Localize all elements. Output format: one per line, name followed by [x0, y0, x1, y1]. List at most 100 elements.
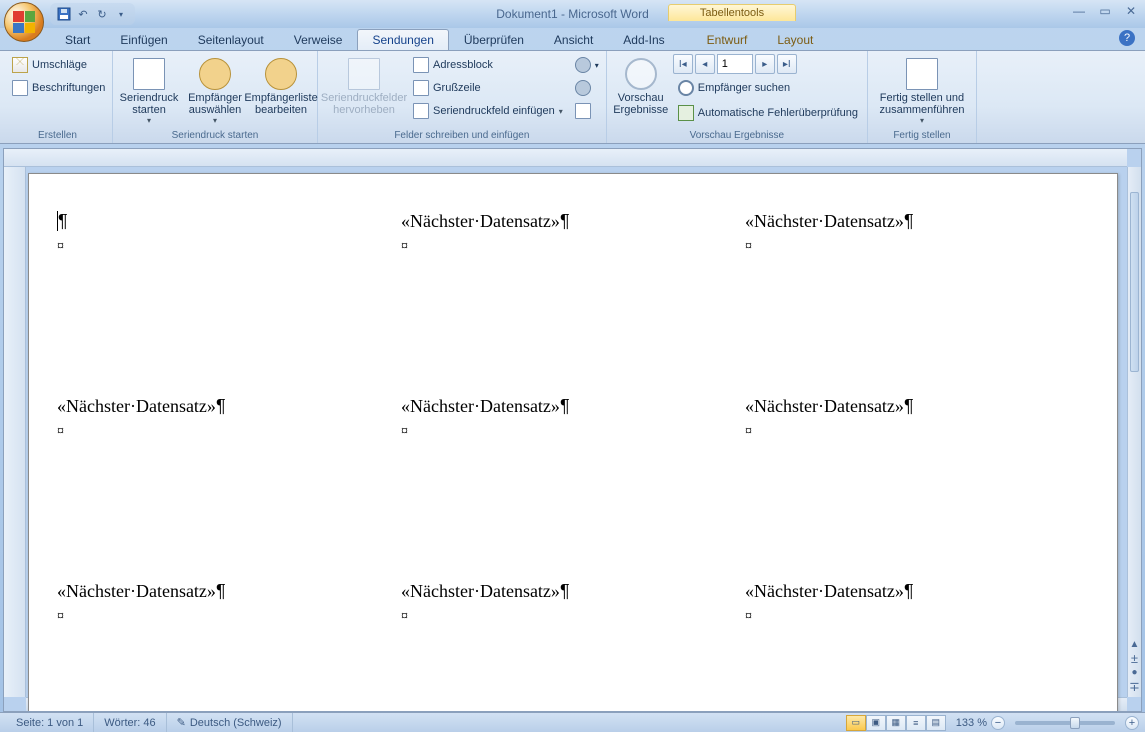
- tab-seitenlayout[interactable]: Seitenlayout: [183, 29, 279, 50]
- umschlaege-button[interactable]: Umschläge: [7, 54, 108, 76]
- minimize-button[interactable]: —: [1071, 4, 1087, 18]
- vertical-scrollbar[interactable]: ▲ ± ● ∓: [1127, 167, 1141, 697]
- auto-fehler-button[interactable]: Automatische Fehlerüberprüfung: [673, 102, 863, 124]
- beschriftungen-label: Beschriftungen: [32, 82, 105, 94]
- zoom-level[interactable]: 133 %: [956, 717, 987, 729]
- tab-verweise[interactable]: Verweise: [279, 29, 358, 50]
- vertical-scroll-thumb[interactable]: [1130, 192, 1139, 372]
- fertig-stellen-label: Fertig stellen und zusammenführen: [877, 92, 967, 116]
- seriendruckfelder-hervorheben-label: Seriendruckfelder hervorheben: [321, 92, 407, 116]
- tab-einfuegen[interactable]: Einfügen: [105, 29, 182, 50]
- tab-start[interactable]: Start: [50, 29, 105, 50]
- preview-results-icon: [625, 58, 657, 90]
- rules-icon: [575, 57, 591, 73]
- zoom-in-button[interactable]: +: [1125, 716, 1139, 730]
- label-cell[interactable]: «Nächster·Datensatz»¶ ¤: [745, 580, 1089, 712]
- cursor-paragraph-mark: ¶: [57, 211, 68, 231]
- undo-icon[interactable]: ↶: [75, 6, 91, 22]
- zoom-slider-thumb[interactable]: [1070, 717, 1080, 729]
- save-icon[interactable]: [56, 6, 72, 22]
- browse-next-icon[interactable]: ∓: [1129, 679, 1140, 695]
- browse-prev-icon[interactable]: ±: [1131, 651, 1138, 666]
- tab-layout[interactable]: Layout: [762, 29, 828, 50]
- match-fields-button[interactable]: [572, 77, 602, 99]
- tab-addins[interactable]: Add-Ins: [608, 29, 679, 50]
- beschriftungen-button[interactable]: Beschriftungen: [7, 77, 108, 99]
- zoom-out-button[interactable]: −: [991, 716, 1005, 730]
- label-grid: ¶ ¤ «Nächster·Datensatz»¶ ¤ «Nächster·Da…: [29, 174, 1117, 712]
- grusszeile-button[interactable]: Grußzeile: [408, 77, 568, 99]
- rules-button[interactable]: ▾: [572, 54, 602, 76]
- redo-icon[interactable]: ↻: [94, 6, 110, 22]
- view-web-layout-button[interactable]: ▦: [886, 715, 906, 731]
- group-seriendruck-starten: Seriendruck starten Empfänger auswählen …: [113, 51, 318, 143]
- label-cell[interactable]: «Nächster·Datensatz»¶ ¤: [745, 210, 1089, 395]
- view-full-screen-button[interactable]: ▣: [866, 715, 886, 731]
- label-cell[interactable]: «Nächster·Datensatz»¶ ¤: [57, 395, 401, 580]
- vorschau-ergebnisse-button[interactable]: Vorschau Ergebnisse: [611, 54, 671, 119]
- merge-field: «Nächster·Datensatz»: [57, 581, 216, 601]
- merge-field: «Nächster·Datensatz»: [401, 581, 560, 601]
- paragraph-mark: ¶: [904, 581, 914, 601]
- status-words[interactable]: Wörter: 46: [94, 713, 166, 732]
- vorschau-ergebnisse-label: Vorschau Ergebnisse: [613, 92, 668, 116]
- status-page[interactable]: Seite: 1 von 1: [6, 713, 94, 732]
- tab-sendungen[interactable]: Sendungen: [357, 29, 448, 50]
- next-record-button[interactable]: ▸: [755, 54, 775, 74]
- group-erstellen: Umschläge Beschriftungen Erstellen: [3, 51, 113, 143]
- paragraph-mark: ¶: [216, 396, 226, 416]
- seriendruckfeld-einfuegen-button[interactable]: Seriendruckfeld einfügen: [408, 100, 568, 122]
- view-print-layout-button[interactable]: ▭: [846, 715, 866, 731]
- vertical-ruler[interactable]: [4, 167, 26, 697]
- recipients-select-icon: [199, 58, 231, 90]
- cell-marker: ¤: [401, 424, 408, 439]
- close-button[interactable]: ✕: [1123, 4, 1139, 18]
- tab-entwurf[interactable]: Entwurf: [692, 29, 763, 50]
- cell-marker: ¤: [57, 424, 64, 439]
- prev-record-button[interactable]: ◂: [695, 54, 715, 74]
- seriendruck-starten-button[interactable]: Seriendruck starten: [117, 54, 181, 128]
- label-cell[interactable]: «Nächster·Datensatz»¶ ¤: [57, 580, 401, 712]
- group-felder: Seriendruckfelder hervorheben Adressbloc…: [318, 51, 607, 143]
- qat-customize-icon[interactable]: ▾: [113, 6, 129, 22]
- fertig-stellen-button[interactable]: Fertig stellen und zusammenführen: [872, 54, 972, 128]
- adressblock-button[interactable]: Adressblock: [408, 54, 568, 76]
- empfaenger-auswaehlen-button[interactable]: Empfänger auswählen: [183, 54, 247, 128]
- record-number-input[interactable]: [717, 54, 753, 74]
- last-record-button[interactable]: ▸I: [777, 54, 797, 74]
- help-button[interactable]: ?: [1119, 30, 1135, 46]
- scroll-up-arrow-icon[interactable]: ▲: [1130, 639, 1140, 650]
- label-cell[interactable]: ¶ ¤: [57, 210, 401, 395]
- titlebar: ↶ ↻ ▾ Dokument1 - Microsoft Word Tabelle…: [0, 0, 1145, 28]
- browse-object-icon[interactable]: ●: [1131, 667, 1137, 678]
- view-draft-button[interactable]: ▤: [926, 715, 946, 731]
- label-cell[interactable]: «Nächster·Datensatz»¶ ¤: [745, 395, 1089, 580]
- document-page[interactable]: ¶ ¤ «Nächster·Datensatz»¶ ¤ «Nächster·Da…: [28, 173, 1118, 712]
- maximize-button[interactable]: ▭: [1097, 4, 1113, 18]
- tab-ueberpruefen[interactable]: Überprüfen: [449, 29, 539, 50]
- label-cell[interactable]: «Nächster·Datensatz»¶ ¤: [401, 395, 745, 580]
- group-fertig: Fertig stellen und zusammenführen Fertig…: [868, 51, 977, 143]
- cell-marker: ¤: [401, 239, 408, 254]
- empfaenger-suchen-button[interactable]: Empfänger suchen: [673, 77, 863, 99]
- ribbon-tabs: Start Einfügen Seitenlayout Verweise Sen…: [0, 28, 1145, 50]
- match-fields-icon: [575, 80, 591, 96]
- proofing-icon: ✎: [177, 716, 186, 729]
- status-language[interactable]: ✎ Deutsch (Schweiz): [167, 713, 293, 732]
- document-area: ▲ ± ● ∓ ¶ ¤ «Nächster·Datensatz»¶ ¤ «Näc…: [3, 148, 1142, 712]
- update-labels-button[interactable]: [572, 100, 602, 122]
- seriendruckfelder-hervorheben-button[interactable]: Seriendruckfelder hervorheben: [322, 54, 406, 119]
- label-cell[interactable]: «Nächster·Datensatz»¶ ¤: [401, 580, 745, 712]
- update-labels-icon: [575, 103, 591, 119]
- label-cell[interactable]: «Nächster·Datensatz»¶ ¤: [401, 210, 745, 395]
- horizontal-ruler[interactable]: [4, 149, 1127, 167]
- office-button[interactable]: [4, 2, 44, 42]
- view-outline-button[interactable]: ≡: [906, 715, 926, 731]
- zoom-slider[interactable]: [1015, 721, 1115, 725]
- tab-ansicht[interactable]: Ansicht: [539, 29, 608, 50]
- empfaengerliste-bearbeiten-button[interactable]: Empfängerliste bearbeiten: [249, 54, 313, 119]
- cell-marker: ¤: [745, 239, 752, 254]
- first-record-button[interactable]: I◂: [673, 54, 693, 74]
- group-label-fertig: Fertig stellen: [872, 128, 972, 143]
- cell-marker: ¤: [57, 609, 64, 624]
